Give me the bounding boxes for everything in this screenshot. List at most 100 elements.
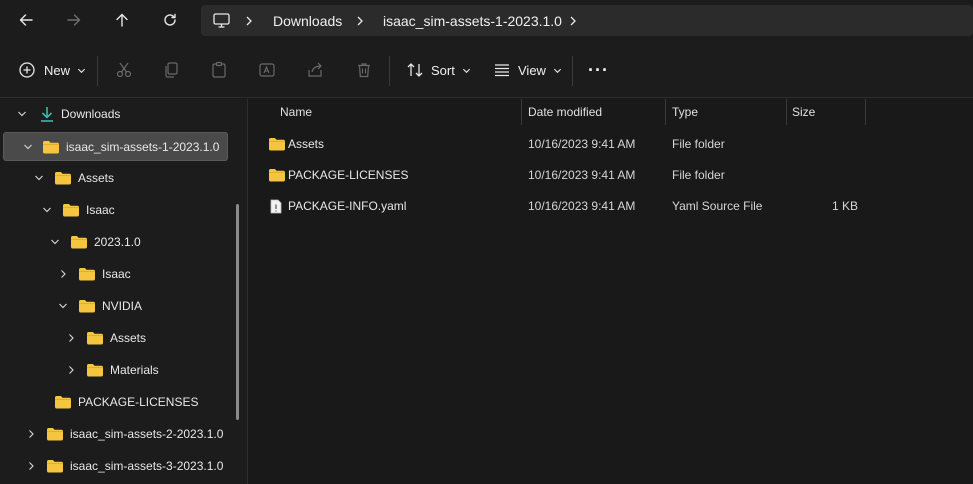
tree-item-label: isaac_sim-assets-3-2023.1.0 [70, 459, 224, 473]
tree-item-label: isaac_sim-assets-2-2023.1.0 [70, 427, 224, 441]
chevron-right-icon[interactable] [58, 269, 68, 279]
copy-button[interactable] [162, 56, 180, 84]
file-row[interactable]: Assets 10/16/2023 9:41 AM File folder [249, 129, 973, 159]
folder-icon [55, 172, 71, 185]
scissors-icon [116, 62, 132, 78]
chevron-down-icon[interactable] [50, 237, 60, 247]
file-size [792, 129, 858, 159]
copy-icon [165, 62, 178, 78]
tree-item-package-licenses[interactable]: PACKAGE-LICENSES [0, 388, 236, 416]
column-header-name[interactable]: Name [280, 99, 312, 125]
breadcrumb-current-folder[interactable]: isaac_sim-assets-1-2023.1.0 [383, 5, 562, 36]
command-bar: New Sort View ··· [0, 42, 973, 98]
chevron-down-icon[interactable] [23, 142, 33, 152]
breadcrumb-downloads[interactable]: Downloads [273, 5, 342, 36]
column-header-size[interactable]: Size [792, 99, 815, 125]
clipboard-icon [212, 61, 226, 78]
view-button[interactable]: View [493, 56, 562, 84]
tree-item-label: NVIDIA [102, 299, 143, 313]
file-row[interactable]: PACKAGE-INFO.yaml 10/16/2023 9:41 AM Yam… [249, 191, 973, 221]
view-list-icon [495, 64, 509, 77]
file-date: 10/16/2023 9:41 AM [528, 199, 636, 213]
monitor-icon[interactable] [213, 5, 230, 36]
chevron-down-icon[interactable] [58, 301, 68, 311]
address-toolbar: Downloads isaac_sim-assets-1-2023.1.0 [0, 0, 973, 42]
file-name: PACKAGE-LICENSES [288, 168, 409, 182]
download-icon [41, 107, 53, 122]
forward-button[interactable] [58, 6, 90, 34]
sidebar-scrollbar[interactable] [236, 204, 239, 420]
plus-circle-icon [19, 62, 35, 78]
file-date: 10/16/2023 9:41 AM [528, 137, 636, 151]
folder-icon [43, 140, 59, 153]
more-options-button[interactable]: ··· [588, 56, 609, 84]
column-header-date[interactable]: Date modified [528, 99, 602, 125]
column-divider[interactable] [521, 99, 522, 125]
chevron-down-icon [77, 68, 86, 73]
divider [572, 56, 573, 86]
chevron-right-icon[interactable] [66, 365, 76, 375]
chevron-right-icon[interactable] [66, 333, 76, 343]
paste-button[interactable] [210, 56, 228, 84]
tree-item-isaac[interactable]: Isaac [0, 196, 236, 224]
trash-icon [358, 63, 370, 78]
file-date: 10/16/2023 9:41 AM [528, 168, 636, 182]
chevron-right-icon[interactable] [569, 5, 577, 36]
file-size: 1 KB [831, 199, 858, 213]
view-label: View [518, 62, 546, 78]
refresh-button[interactable] [154, 6, 186, 34]
folder-icon [87, 364, 103, 377]
address-bar[interactable]: Downloads isaac_sim-assets-1-2023.1.0 [201, 5, 973, 36]
sort-label: Sort [431, 62, 455, 78]
chevron-down-icon [462, 68, 470, 73]
folder-icon [79, 300, 95, 313]
cut-button[interactable] [115, 56, 133, 84]
tree-item-label: Isaac [102, 267, 131, 281]
folder-icon [63, 204, 79, 217]
tree-item-nvidia[interactable]: NVIDIA [0, 292, 236, 320]
chevron-right-icon[interactable] [26, 429, 36, 439]
tree-item-2023-1-0[interactable]: 2023.1.0 [0, 228, 236, 256]
back-button[interactable] [10, 6, 42, 34]
column-divider[interactable] [665, 99, 666, 125]
share-icon [308, 62, 322, 77]
tree-item-isaac-sim-assets-1[interactable]: isaac_sim-assets-1-2023.1.0 [3, 132, 228, 161]
yaml-file-icon [270, 191, 282, 221]
share-button[interactable] [306, 56, 324, 84]
tree-item-downloads[interactable]: Downloads [0, 100, 236, 128]
tree-item-label: Materials [110, 363, 159, 377]
tree-item-label: PACKAGE-LICENSES [78, 395, 199, 409]
tree-item-isaac-sim-assets-3[interactable]: isaac_sim-assets-3-2023.1.0 [0, 452, 236, 480]
sort-icon [407, 63, 423, 77]
chevron-right-icon[interactable] [356, 5, 364, 36]
chevron-right-icon[interactable] [245, 5, 253, 36]
folder-icon [55, 396, 71, 409]
tree-item-nvidia-assets[interactable]: Assets [0, 324, 236, 352]
divider [389, 56, 390, 86]
chevron-right-icon[interactable] [26, 461, 36, 471]
arrow-left-icon [19, 14, 33, 26]
column-divider[interactable] [865, 99, 866, 125]
file-row[interactable]: PACKAGE-LICENSES 10/16/2023 9:41 AM File… [249, 160, 973, 190]
tree-item-isaac-sim-assets-2[interactable]: isaac_sim-assets-2-2023.1.0 [0, 420, 236, 448]
tree-item-isaac-sub[interactable]: Isaac [0, 260, 236, 288]
tree-item-assets[interactable]: Assets [0, 164, 236, 192]
delete-button[interactable] [355, 56, 373, 84]
folder-icon [47, 460, 63, 473]
tree-item-materials[interactable]: Materials [0, 356, 236, 384]
chevron-down-icon[interactable] [34, 173, 44, 183]
sort-button[interactable]: Sort [406, 56, 471, 84]
tree-item-label: Isaac [86, 203, 115, 217]
column-header-type[interactable]: Type [672, 99, 698, 125]
rename-button[interactable] [258, 56, 276, 84]
up-button[interactable] [106, 6, 138, 34]
folder-icon [47, 428, 63, 441]
new-button[interactable]: New [18, 56, 86, 84]
chevron-down-icon[interactable] [42, 205, 52, 215]
file-name: PACKAGE-INFO.yaml [288, 199, 407, 213]
folder-icon [71, 236, 87, 249]
tree-item-label: 2023.1.0 [94, 235, 141, 249]
chevron-down-icon [553, 68, 561, 73]
chevron-down-icon[interactable] [17, 109, 27, 119]
column-divider[interactable] [786, 99, 787, 125]
